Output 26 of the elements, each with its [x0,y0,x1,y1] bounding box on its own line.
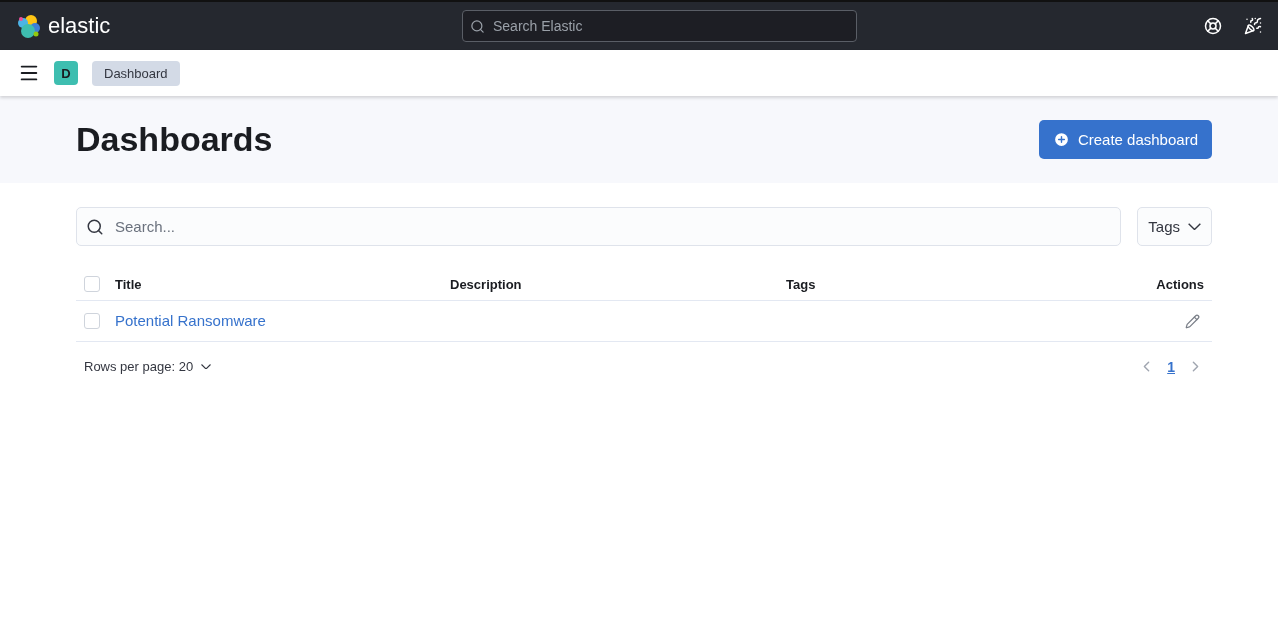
dashboard-link[interactable]: Potential Ransomware [115,312,266,329]
logo-icon [16,13,42,39]
page-link[interactable]: 1 [1167,358,1175,375]
create-dashboard-button[interactable]: Create dashboard [1038,120,1212,159]
breadcrumb[interactable]: Dashboard [92,60,180,86]
chevron-down-icon [1188,222,1201,231]
global-search-field[interactable]: Search Elastic [462,10,857,42]
edit-icon[interactable] [1185,313,1200,329]
help-icon[interactable] [1204,17,1222,35]
column-header: Description [450,276,523,292]
row-checkbox[interactable] [84,313,100,329]
column-header: Title [115,276,143,292]
search-field[interactable]: Search... [76,207,1122,246]
plus-icon [1052,131,1070,148]
party-popper-icon[interactable] [1244,17,1262,35]
tags-filter-button[interactable]: Tags [1137,207,1212,246]
column-header: Actions [1155,276,1205,292]
space-avatar[interactable]: D [54,61,78,85]
rows-per-page-button[interactable]: Rows per page: 20 [84,359,212,374]
search-icon [470,18,485,34]
column-header: Tags [786,276,817,292]
chevron-down-icon [201,363,212,370]
select-all-checkbox[interactable] [84,276,100,292]
search-icon [86,217,104,236]
logo-text: elastic [48,13,111,39]
page-title: Dashboards [76,120,273,159]
